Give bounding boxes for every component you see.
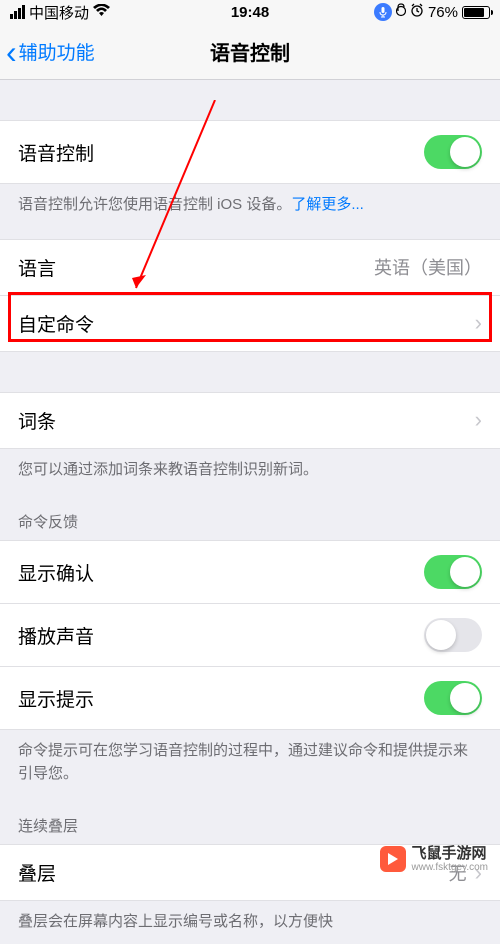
battery-pct: 76% — [428, 4, 458, 21]
voice-control-desc: 语音控制允许您使用语音控制 iOS 设备。了解更多... — [0, 184, 500, 227]
chevron-left-icon: ‹ — [6, 36, 17, 68]
overlay-label: 叠层 — [18, 859, 56, 886]
mic-icon — [374, 3, 392, 21]
voice-control-label: 语音控制 — [18, 139, 94, 166]
show-hint-row: 显示提示 — [0, 667, 500, 730]
show-confirm-toggle[interactable] — [424, 555, 482, 589]
watermark-title: 飞鼠手游网 — [412, 846, 489, 863]
chevron-right-icon: › — [475, 310, 482, 336]
wifi-icon — [93, 4, 110, 21]
play-sound-label: 播放声音 — [18, 622, 94, 649]
carrier-label: 中国移动 — [29, 2, 89, 23]
show-hint-toggle[interactable] — [424, 681, 482, 715]
nav-bar: ‹ 辅助功能 语音控制 — [0, 24, 500, 80]
vocab-desc: 您可以通过添加词条来教语音控制识别新词。 — [0, 449, 500, 492]
vocab-label: 词条 — [18, 407, 56, 434]
signal-icon — [10, 5, 25, 19]
language-label: 语言 — [18, 254, 56, 281]
overlay-desc: 叠层会在屏幕内容上显示编号或名称，以方便快 — [0, 901, 500, 944]
lock-icon — [396, 3, 406, 21]
chevron-right-icon: › — [475, 407, 482, 433]
show-hint-label: 显示提示 — [18, 685, 94, 712]
alarm-icon — [410, 3, 424, 21]
custom-commands-row[interactable]: 自定命令 › — [0, 296, 500, 352]
battery-icon — [462, 6, 490, 19]
page-title: 语音控制 — [210, 37, 290, 66]
learn-more-link[interactable]: 了解更多... — [291, 196, 364, 213]
custom-commands-label: 自定命令 — [18, 310, 94, 337]
back-button[interactable]: ‹ 辅助功能 — [0, 36, 95, 68]
watermark-logo-icon — [380, 846, 406, 872]
status-time: 19:48 — [231, 4, 269, 21]
watermark-url: www.fsktgey.com — [412, 862, 489, 873]
voice-control-toggle[interactable] — [424, 135, 482, 169]
watermark: 飞鼠手游网 www.fsktgey.com — [380, 846, 489, 874]
overlay-header: 连续叠层 — [0, 795, 500, 844]
language-value: 英语（美国） — [374, 254, 482, 280]
status-bar: 中国移动 19:48 76% — [0, 0, 500, 24]
feedback-desc: 命令提示可在您学习语音控制的过程中，通过建议命令和提供提示来引导您。 — [0, 730, 500, 795]
language-row[interactable]: 语言 英语（美国） — [0, 239, 500, 296]
show-confirm-row: 显示确认 — [0, 540, 500, 604]
voice-control-row: 语音控制 — [0, 120, 500, 184]
show-confirm-label: 显示确认 — [18, 559, 94, 586]
back-label: 辅助功能 — [19, 38, 95, 65]
feedback-header: 命令反馈 — [0, 491, 500, 540]
play-sound-row: 播放声音 — [0, 604, 500, 667]
vocab-row[interactable]: 词条 › — [0, 392, 500, 449]
play-sound-toggle[interactable] — [424, 618, 482, 652]
